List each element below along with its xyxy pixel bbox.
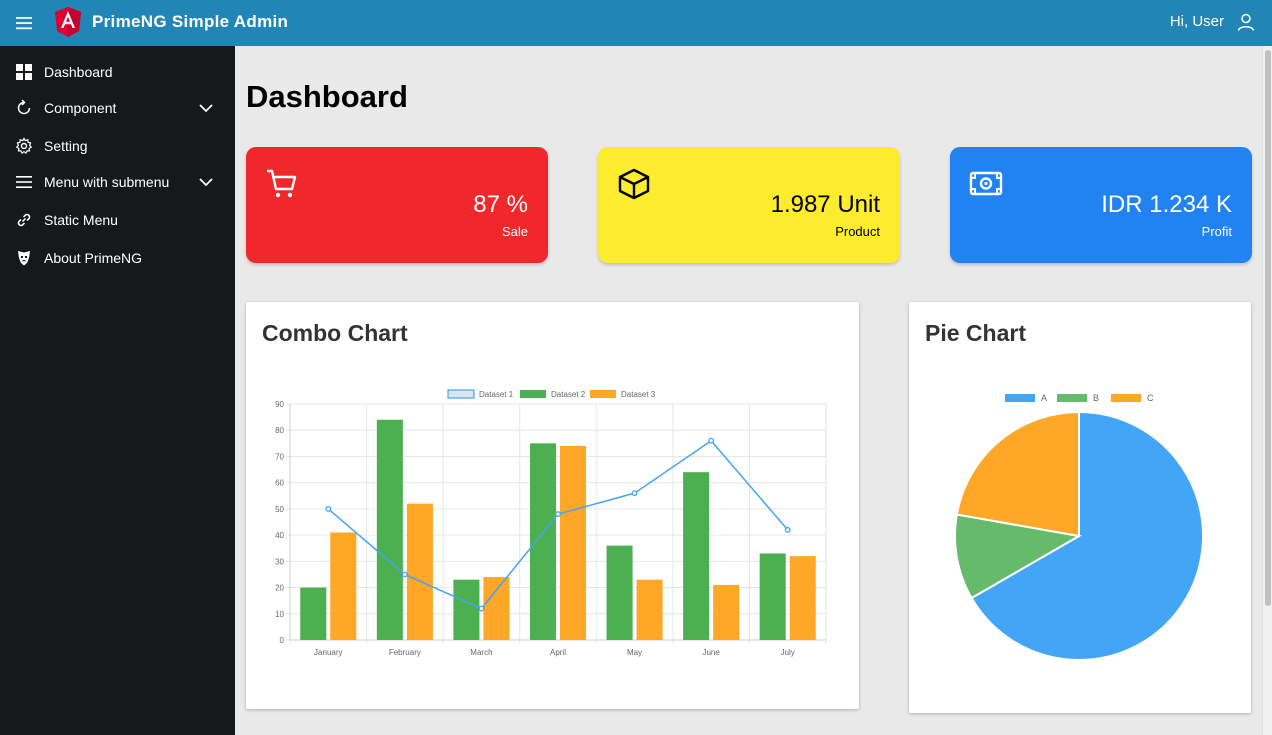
- pie-chart: A B C: [954, 393, 1204, 661]
- user-greeting[interactable]: Hi, User: [1170, 13, 1224, 30]
- stat-value: 87 %: [473, 191, 528, 218]
- y-tick-label: 50: [275, 505, 284, 514]
- legend-label: C: [1147, 393, 1154, 403]
- line-point: [325, 505, 332, 512]
- x-tick-label: March: [470, 648, 492, 657]
- pie-slice: [955, 410, 1080, 538]
- user-icon[interactable]: [1236, 12, 1256, 32]
- y-tick-label: 80: [275, 426, 284, 435]
- sidebar-item-component[interactable]: Component: [0, 90, 235, 126]
- box-icon: [618, 168, 650, 200]
- vertical-scrollbar[interactable]: [1262, 46, 1272, 735]
- profit-card: IDR 1.234 K Profit: [950, 147, 1252, 263]
- sidebar-item-label: Setting: [44, 138, 88, 154]
- stat-label: Sale: [501, 224, 528, 239]
- sidebar-item-label: Static Menu: [44, 212, 118, 228]
- page-title: Dashboard: [246, 79, 408, 114]
- line-point: [631, 490, 638, 497]
- chevron-down-icon[interactable]: [198, 101, 214, 115]
- chevron-down-icon[interactable]: [198, 175, 214, 189]
- sidebar-item-setting[interactable]: Setting: [0, 128, 235, 164]
- bar: [330, 532, 357, 640]
- bar: [453, 579, 480, 640]
- y-tick-label: 20: [275, 584, 284, 593]
- bar: [483, 577, 510, 640]
- y-tick-label: 70: [275, 452, 284, 461]
- combo-chart-panel: Combo Chart 0 10 20 30 40 50 60 70 80 90 January Fe…: [246, 302, 859, 709]
- stat-label: Product: [835, 224, 880, 239]
- gear-icon: [15, 137, 33, 155]
- angular-logo-icon: [55, 7, 81, 37]
- legend-label: B: [1093, 393, 1099, 403]
- product-card: 1.987 Unit Product: [598, 147, 900, 263]
- refresh-icon: [17, 99, 31, 115]
- y-tick-label: 10: [275, 610, 284, 619]
- y-tick-label: 0: [280, 636, 285, 645]
- legend-swatch: [590, 390, 616, 398]
- bar: [406, 503, 433, 640]
- bars-icon: [16, 176, 32, 188]
- sale-card: 87 % Sale: [246, 147, 548, 263]
- bar: [376, 419, 403, 640]
- x-tick-label: June: [702, 648, 720, 657]
- x-tick-label: May: [627, 648, 642, 657]
- legend-swatch: [1005, 394, 1035, 402]
- scrollbar-thumb[interactable]: [1265, 50, 1271, 606]
- pie-chart-panel: Pie Chart ABC: [909, 302, 1251, 713]
- sidebar-item-about-primeng[interactable]: About PrimeNG: [0, 240, 235, 276]
- line-point: [784, 526, 791, 533]
- legend-swatch: [447, 389, 475, 399]
- y-tick-label: 40: [275, 531, 284, 540]
- sidebar-item-label: Component: [44, 100, 117, 116]
- stat-value: IDR 1.234 K: [1101, 191, 1232, 218]
- legend-label: A: [1041, 393, 1047, 403]
- bar: [606, 545, 633, 640]
- x-tick-label: July: [781, 648, 795, 657]
- sidebar-item-dashboard[interactable]: Dashboard: [0, 54, 235, 90]
- line-point: [401, 571, 408, 578]
- bar: [713, 584, 740, 640]
- bar: [789, 556, 816, 640]
- sidebar-item-menu-with-submenu[interactable]: Menu with submenu: [0, 164, 235, 200]
- link-icon: [17, 213, 31, 227]
- bar: [300, 587, 327, 640]
- combo-chart: 0 10 20 30 40 50 60 70 80 90 January February March A…: [275, 389, 827, 657]
- bar: [529, 443, 556, 640]
- hamburger-menu-icon[interactable]: [14, 13, 36, 33]
- sidebar-item-static-menu[interactable]: Static Menu: [0, 202, 235, 238]
- bar: [636, 579, 663, 640]
- legend-swatch: [1111, 394, 1141, 402]
- cart-icon: [267, 169, 297, 198]
- bar: [759, 553, 786, 640]
- legend-swatch: [520, 390, 546, 398]
- bar: [683, 472, 710, 640]
- prime-logo-icon: [18, 251, 30, 266]
- legend-label: Dataset 1: [479, 390, 514, 399]
- main-content: Dashboard 87 % Sale 1.987 Unit Product I…: [235, 46, 1262, 735]
- top-bar: PrimeNG Simple Admin Hi, User: [0, 0, 1272, 46]
- sidebar-item-label: About PrimeNG: [44, 250, 143, 266]
- x-tick-label: February: [389, 648, 421, 657]
- bar: [560, 445, 587, 640]
- stat-label: Profit: [1201, 224, 1232, 239]
- line-point: [478, 605, 485, 612]
- sidebar-item-label: Menu with submenu: [44, 174, 170, 190]
- y-tick-label: 30: [275, 557, 284, 566]
- sidebar: Dashboard Component Setting Menu with su…: [0, 46, 235, 735]
- y-tick-label: 90: [275, 400, 284, 409]
- x-tick-label: April: [550, 648, 566, 657]
- legend-label: Dataset 2: [551, 390, 586, 399]
- line-point: [555, 511, 561, 518]
- sidebar-item-label: Dashboard: [44, 64, 113, 80]
- money-icon: [969, 171, 1003, 196]
- stat-value: 1.987 Unit: [770, 191, 880, 218]
- grid-icon: [16, 64, 32, 80]
- line-point: [708, 437, 715, 444]
- legend-swatch: [1057, 394, 1087, 402]
- x-tick-label: January: [314, 648, 342, 657]
- app-title: PrimeNG Simple Admin: [92, 12, 289, 31]
- y-tick-label: 60: [275, 479, 284, 488]
- legend-label: Dataset 3: [621, 390, 656, 399]
